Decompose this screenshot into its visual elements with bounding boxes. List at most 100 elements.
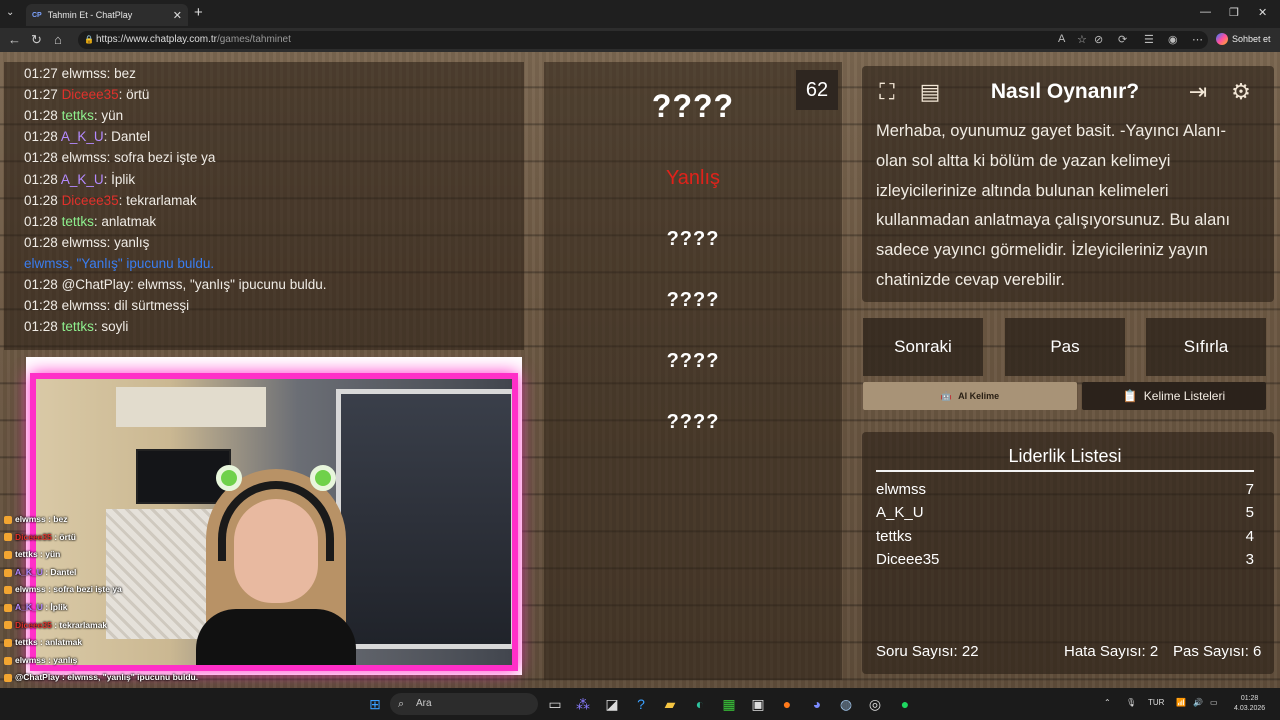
chat-text: : sofra bezi işte ya: [106, 150, 216, 166]
chat-username[interactable]: tettks: [62, 108, 94, 123]
leaderboard-score: 4: [1245, 528, 1254, 545]
chat-username[interactable]: @ChatPlay: [62, 277, 130, 292]
maximize-icon[interactable]: ❐: [1229, 6, 1239, 19]
home-icon[interactable]: ⌂: [54, 32, 62, 47]
next-button[interactable]: Sonraki: [863, 318, 983, 376]
chat-username[interactable]: A_K_U: [61, 172, 104, 187]
chat-username[interactable]: elwmss: [62, 235, 107, 250]
badge-icon: [4, 586, 12, 595]
battery-icon[interactable]: ▭: [1210, 698, 1218, 707]
widgets-icon[interactable]: ◪: [603, 696, 621, 714]
chat-username[interactable]: tettks: [62, 319, 94, 334]
badge-icon: [4, 656, 12, 665]
word-lists-button[interactable]: 📋 Kelime Listeleri: [1082, 382, 1266, 410]
overlay-text: : İplik: [42, 602, 68, 612]
copilot-button[interactable]: Sohbet et: [1216, 33, 1271, 45]
task-view-icon[interactable]: ▭: [546, 696, 564, 714]
document-icon[interactable]: ▤: [913, 76, 947, 108]
chat-username[interactable]: Diceee35: [62, 193, 119, 208]
extensions-refresh-icon[interactable]: ⟳: [1118, 33, 1127, 46]
chat-message: 01:28 elwmss: dil sürtmesşi: [24, 298, 189, 313]
badge-icon: [4, 621, 12, 630]
error-count: Hata Sayısı: 2: [1064, 643, 1159, 660]
language-indicator[interactable]: TUR: [1148, 698, 1164, 707]
word-slot-2-found: Yanlış: [665, 167, 721, 189]
collections-icon[interactable]: ☰: [1144, 33, 1154, 46]
new-tab-icon[interactable]: +: [194, 4, 203, 21]
tracking-icon[interactable]: ⊘: [1094, 33, 1103, 46]
leaderboard-name: tettks: [876, 528, 912, 545]
taskbar-search[interactable]: ⌕ Ara: [390, 693, 538, 715]
chat-text: : dil sürtmesşi: [106, 298, 190, 314]
obs-icon[interactable]: ◎: [866, 696, 884, 714]
chat-message: 01:28 tettks: yün: [24, 108, 123, 123]
tab-menu-icon[interactable]: ⌄: [6, 7, 14, 18]
chat-username[interactable]: elwmss: [62, 298, 107, 313]
copilot-icon: [1216, 33, 1228, 45]
refresh-icon[interactable]: ↻: [31, 32, 42, 48]
firefox-icon[interactable]: ●: [778, 696, 796, 714]
calculator-icon[interactable]: ▣: [749, 696, 767, 714]
list-icon: 📋: [1122, 389, 1138, 403]
overlay-chat-message: elwmss : yanlış: [4, 655, 77, 665]
rules-title: Nasıl Oynanır?: [990, 80, 1140, 103]
taskbar-clock[interactable]: 01:28 4.03.2026: [1234, 694, 1265, 714]
leaderboard-score: 7: [1245, 481, 1254, 498]
read-aloud-icon[interactable]: A: [1058, 33, 1065, 45]
overlay-chat-message: Diceee35 : örtü: [4, 532, 76, 542]
teams-icon[interactable]: ⁂: [574, 696, 592, 714]
overlay-chat-message: elwmss : sofra bezi işte ya: [4, 584, 122, 594]
tab-tahmin-et[interactable]: CP Tahmin Et - ChatPlay ✕: [26, 4, 188, 26]
fullscreen-icon[interactable]: ⛶: [870, 76, 904, 108]
minimize-icon[interactable]: —: [1200, 6, 1211, 18]
discord-icon[interactable]: ◕: [808, 696, 826, 714]
rules-text: Merhaba, oyunumuz gayet basit. -Yayıncı …: [876, 122, 1231, 289]
edge-icon[interactable]: ◐: [691, 696, 709, 714]
chatplay-favicon-icon: CP: [32, 11, 42, 19]
exit-icon[interactable]: ⇥: [1181, 76, 1215, 108]
close-tab-icon[interactable]: ✕: [173, 9, 182, 22]
chat-username[interactable]: A_K_U: [61, 129, 104, 144]
file-explorer-icon[interactable]: ▰: [661, 696, 679, 714]
frog-ear-right: [310, 465, 336, 491]
clock-time: 01:28: [1240, 695, 1259, 702]
gear-icon[interactable]: ⚙: [1224, 76, 1258, 108]
overlay-chat-message: A_K_U : İplik: [4, 602, 67, 612]
ai-word-button[interactable]: 🤖 AI Kelime: [863, 382, 1077, 410]
more-menu-icon[interactable]: ⋯: [1192, 33, 1203, 46]
overlay-username: elwmss: [15, 514, 46, 524]
chat-time: 01:28: [24, 150, 58, 166]
chat-message: 01:28 A_K_U: İplik: [24, 172, 135, 187]
chat-time: 01:28: [24, 213, 58, 229]
favorite-star-icon[interactable]: ☆: [1077, 33, 1087, 46]
overlay-username: elwmss: [15, 654, 46, 665]
chat-message: 01:28 tettks: soyli: [24, 319, 128, 334]
chat-username[interactable]: elwmss: [62, 150, 107, 165]
overlay-chat-message: elwmss : bez: [4, 514, 67, 524]
url-input[interactable]: 🔒 https://www.chatplay.com.tr/games/tahm…: [78, 31, 1208, 49]
wifi-icon[interactable]: 📶: [1176, 698, 1186, 707]
volume-icon[interactable]: 🔊: [1193, 698, 1203, 707]
chat-username[interactable]: elwmss: [62, 66, 107, 81]
steam-icon[interactable]: ◍: [837, 696, 855, 714]
chat-message: 01:28 @ChatPlay: elwmss, "yanlış" ipucun…: [24, 277, 326, 292]
chat-time: 01:27: [24, 87, 58, 103]
start-icon[interactable]: ⊞: [366, 696, 384, 714]
back-icon[interactable]: ←: [8, 32, 21, 47]
chat-username[interactable]: tettks: [62, 214, 94, 229]
xbox-icon[interactable]: ▦: [720, 696, 738, 714]
overlay-chat-message: tettks : anlatmak: [4, 637, 82, 647]
help-icon[interactable]: ?: [632, 696, 650, 714]
overlay-text: : yün: [37, 549, 61, 560]
microphone-icon[interactable]: 🎙: [1126, 698, 1136, 707]
profile-avatar-icon[interactable]: ◉: [1168, 33, 1178, 46]
word-slot-3: ????: [666, 228, 720, 250]
chat-username[interactable]: Diceee35: [62, 87, 119, 102]
pass-button[interactable]: Pas: [1005, 318, 1125, 376]
close-window-icon[interactable]: ✕: [1258, 6, 1267, 19]
tray-chevron-icon[interactable]: ⌃: [1104, 698, 1111, 707]
overlay-username: elwmss: [15, 584, 46, 595]
reset-button[interactable]: Sıfırla: [1146, 318, 1266, 376]
spotify-icon[interactable]: ●: [896, 696, 914, 714]
overlay-chat-message: A_K_U : Dantel: [4, 567, 76, 577]
